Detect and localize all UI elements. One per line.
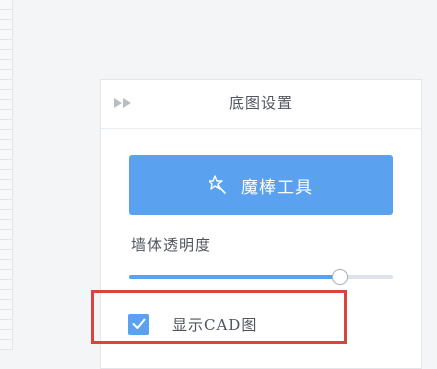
wall-opacity-label: 墙体透明度 <box>131 236 212 254</box>
wall-opacity-slider[interactable] <box>129 268 393 286</box>
show-cad-label: 显示CAD图 <box>172 315 258 334</box>
panel-header: 底图设置 <box>101 80 421 129</box>
show-cad-row[interactable]: 显示CAD图 <box>128 311 257 337</box>
magic-wand-icon <box>209 175 229 195</box>
panel-title: 底图设置 <box>228 94 293 112</box>
slider-fill <box>129 275 341 279</box>
magic-wand-label: 魔棒工具 <box>241 177 313 198</box>
ruled-strip <box>0 0 13 350</box>
slider-thumb[interactable] <box>332 269 349 285</box>
show-cad-checkbox[interactable] <box>128 313 149 335</box>
check-icon <box>132 318 145 329</box>
magic-wand-button[interactable]: 魔棒工具 <box>129 155 393 215</box>
